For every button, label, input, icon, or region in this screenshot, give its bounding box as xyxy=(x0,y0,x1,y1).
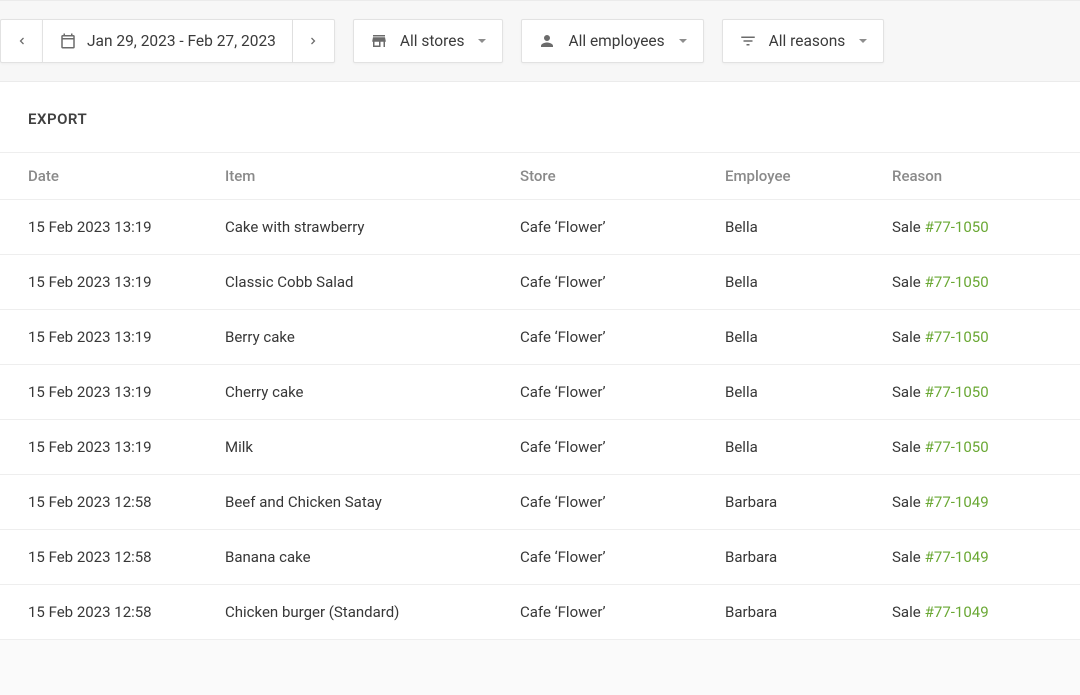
cell-item: Classic Cobb Salad xyxy=(225,255,520,310)
cell-date: 15 Feb 2023 13:19 xyxy=(0,310,225,365)
cell-reason: Sale#77-1050 xyxy=(892,420,1080,475)
date-range-button[interactable]: Jan 29, 2023 - Feb 27, 2023 xyxy=(42,19,293,63)
chevron-right-icon xyxy=(307,35,319,47)
cell-reason: Sale#77-1050 xyxy=(892,255,1080,310)
person-icon xyxy=(538,32,556,50)
calendar-icon xyxy=(59,32,77,50)
cell-employee: Barbara xyxy=(725,475,892,530)
reason-text: Sale xyxy=(892,438,921,456)
cell-date: 15 Feb 2023 12:58 xyxy=(0,475,225,530)
table-row[interactable]: 15 Feb 2023 12:58Banana cakeCafe ‘Flower… xyxy=(0,530,1080,585)
employees-filter-button[interactable]: All employees xyxy=(521,19,703,63)
reason-reference-link[interactable]: #77-1050 xyxy=(925,273,989,291)
reason-text: Sale xyxy=(892,328,921,346)
caret-down-icon xyxy=(478,39,486,43)
stock-adjustment-table: Date Item Store Employee Reason 15 Feb 2… xyxy=(0,152,1080,640)
employees-filter-label: All employees xyxy=(568,32,664,50)
cell-store: Cafe ‘Flower’ xyxy=(520,585,725,640)
cell-reason: Sale#77-1050 xyxy=(892,365,1080,420)
cell-store: Cafe ‘Flower’ xyxy=(520,255,725,310)
cell-reason: Sale#77-1049 xyxy=(892,475,1080,530)
column-header-employee[interactable]: Employee xyxy=(725,153,892,200)
content-panel: EXPORT Date Item Store Employee Reason 1… xyxy=(0,82,1080,640)
cell-item: Milk xyxy=(225,420,520,475)
date-next-button[interactable] xyxy=(293,19,335,63)
table-header-row: Date Item Store Employee Reason xyxy=(0,153,1080,200)
cell-date: 15 Feb 2023 13:19 xyxy=(0,365,225,420)
cell-date: 15 Feb 2023 12:58 xyxy=(0,585,225,640)
reason-reference-link[interactable]: #77-1050 xyxy=(925,438,989,456)
date-range-group: Jan 29, 2023 - Feb 27, 2023 xyxy=(0,19,335,63)
cell-item: Chicken burger (Standard) xyxy=(225,585,520,640)
cell-employee: Bella xyxy=(725,310,892,365)
column-header-store[interactable]: Store xyxy=(520,153,725,200)
cell-store: Cafe ‘Flower’ xyxy=(520,310,725,365)
column-header-item[interactable]: Item xyxy=(225,153,520,200)
cell-store: Cafe ‘Flower’ xyxy=(520,200,725,255)
cell-store: Cafe ‘Flower’ xyxy=(520,420,725,475)
date-range-label: Jan 29, 2023 - Feb 27, 2023 xyxy=(87,32,276,50)
chevron-left-icon xyxy=(16,35,28,47)
reason-reference-link[interactable]: #77-1049 xyxy=(925,548,989,566)
table-row[interactable]: 15 Feb 2023 13:19Cake with strawberryCaf… xyxy=(0,200,1080,255)
date-prev-button[interactable] xyxy=(0,19,42,63)
reason-reference-link[interactable]: #77-1049 xyxy=(925,603,989,621)
cell-item: Berry cake xyxy=(225,310,520,365)
cell-reason: Sale#77-1049 xyxy=(892,530,1080,585)
filter-toolbar: Jan 29, 2023 - Feb 27, 2023 All stores A… xyxy=(0,0,1080,82)
reason-text: Sale xyxy=(892,383,921,401)
caret-down-icon xyxy=(859,39,867,43)
reason-text: Sale xyxy=(892,273,921,291)
cell-store: Cafe ‘Flower’ xyxy=(520,365,725,420)
reason-text: Sale xyxy=(892,603,921,621)
cell-employee: Bella xyxy=(725,255,892,310)
cell-date: 15 Feb 2023 13:19 xyxy=(0,200,225,255)
reasons-filter-button[interactable]: All reasons xyxy=(722,19,885,63)
cell-item: Beef and Chicken Satay xyxy=(225,475,520,530)
export-button[interactable]: EXPORT xyxy=(0,82,1080,152)
caret-down-icon xyxy=(679,39,687,43)
reason-text: Sale xyxy=(892,218,921,236)
table-row[interactable]: 15 Feb 2023 13:19Classic Cobb SaladCafe … xyxy=(0,255,1080,310)
table-row[interactable]: 15 Feb 2023 13:19MilkCafe ‘Flower’BellaS… xyxy=(0,420,1080,475)
cell-store: Cafe ‘Flower’ xyxy=(520,475,725,530)
reason-reference-link[interactable]: #77-1050 xyxy=(925,383,989,401)
stores-filter-button[interactable]: All stores xyxy=(353,19,504,63)
reason-reference-link[interactable]: #77-1050 xyxy=(925,218,989,236)
filter-list-icon xyxy=(739,32,757,50)
reasons-filter-label: All reasons xyxy=(769,32,846,50)
cell-date: 15 Feb 2023 13:19 xyxy=(0,420,225,475)
cell-date: 15 Feb 2023 13:19 xyxy=(0,255,225,310)
cell-employee: Barbara xyxy=(725,530,892,585)
store-icon xyxy=(370,32,388,50)
table-row[interactable]: 15 Feb 2023 13:19Berry cakeCafe ‘Flower’… xyxy=(0,310,1080,365)
table-row[interactable]: 15 Feb 2023 12:58Chicken burger (Standar… xyxy=(0,585,1080,640)
reason-reference-link[interactable]: #77-1050 xyxy=(925,328,989,346)
cell-employee: Bella xyxy=(725,420,892,475)
cell-store: Cafe ‘Flower’ xyxy=(520,530,725,585)
reason-text: Sale xyxy=(892,548,921,566)
stores-filter-label: All stores xyxy=(400,32,465,50)
cell-reason: Sale#77-1050 xyxy=(892,200,1080,255)
reason-reference-link[interactable]: #77-1049 xyxy=(925,493,989,511)
cell-item: Cherry cake xyxy=(225,365,520,420)
column-header-reason[interactable]: Reason xyxy=(892,153,1080,200)
cell-reason: Sale#77-1049 xyxy=(892,585,1080,640)
cell-item: Cake with strawberry xyxy=(225,200,520,255)
reason-text: Sale xyxy=(892,493,921,511)
cell-employee: Barbara xyxy=(725,585,892,640)
table-row[interactable]: 15 Feb 2023 13:19Cherry cakeCafe ‘Flower… xyxy=(0,365,1080,420)
cell-reason: Sale#77-1050 xyxy=(892,310,1080,365)
cell-employee: Bella xyxy=(725,365,892,420)
column-header-date[interactable]: Date xyxy=(0,153,225,200)
table-row[interactable]: 15 Feb 2023 12:58Beef and Chicken SatayC… xyxy=(0,475,1080,530)
cell-item: Banana cake xyxy=(225,530,520,585)
cell-employee: Bella xyxy=(725,200,892,255)
cell-date: 15 Feb 2023 12:58 xyxy=(0,530,225,585)
